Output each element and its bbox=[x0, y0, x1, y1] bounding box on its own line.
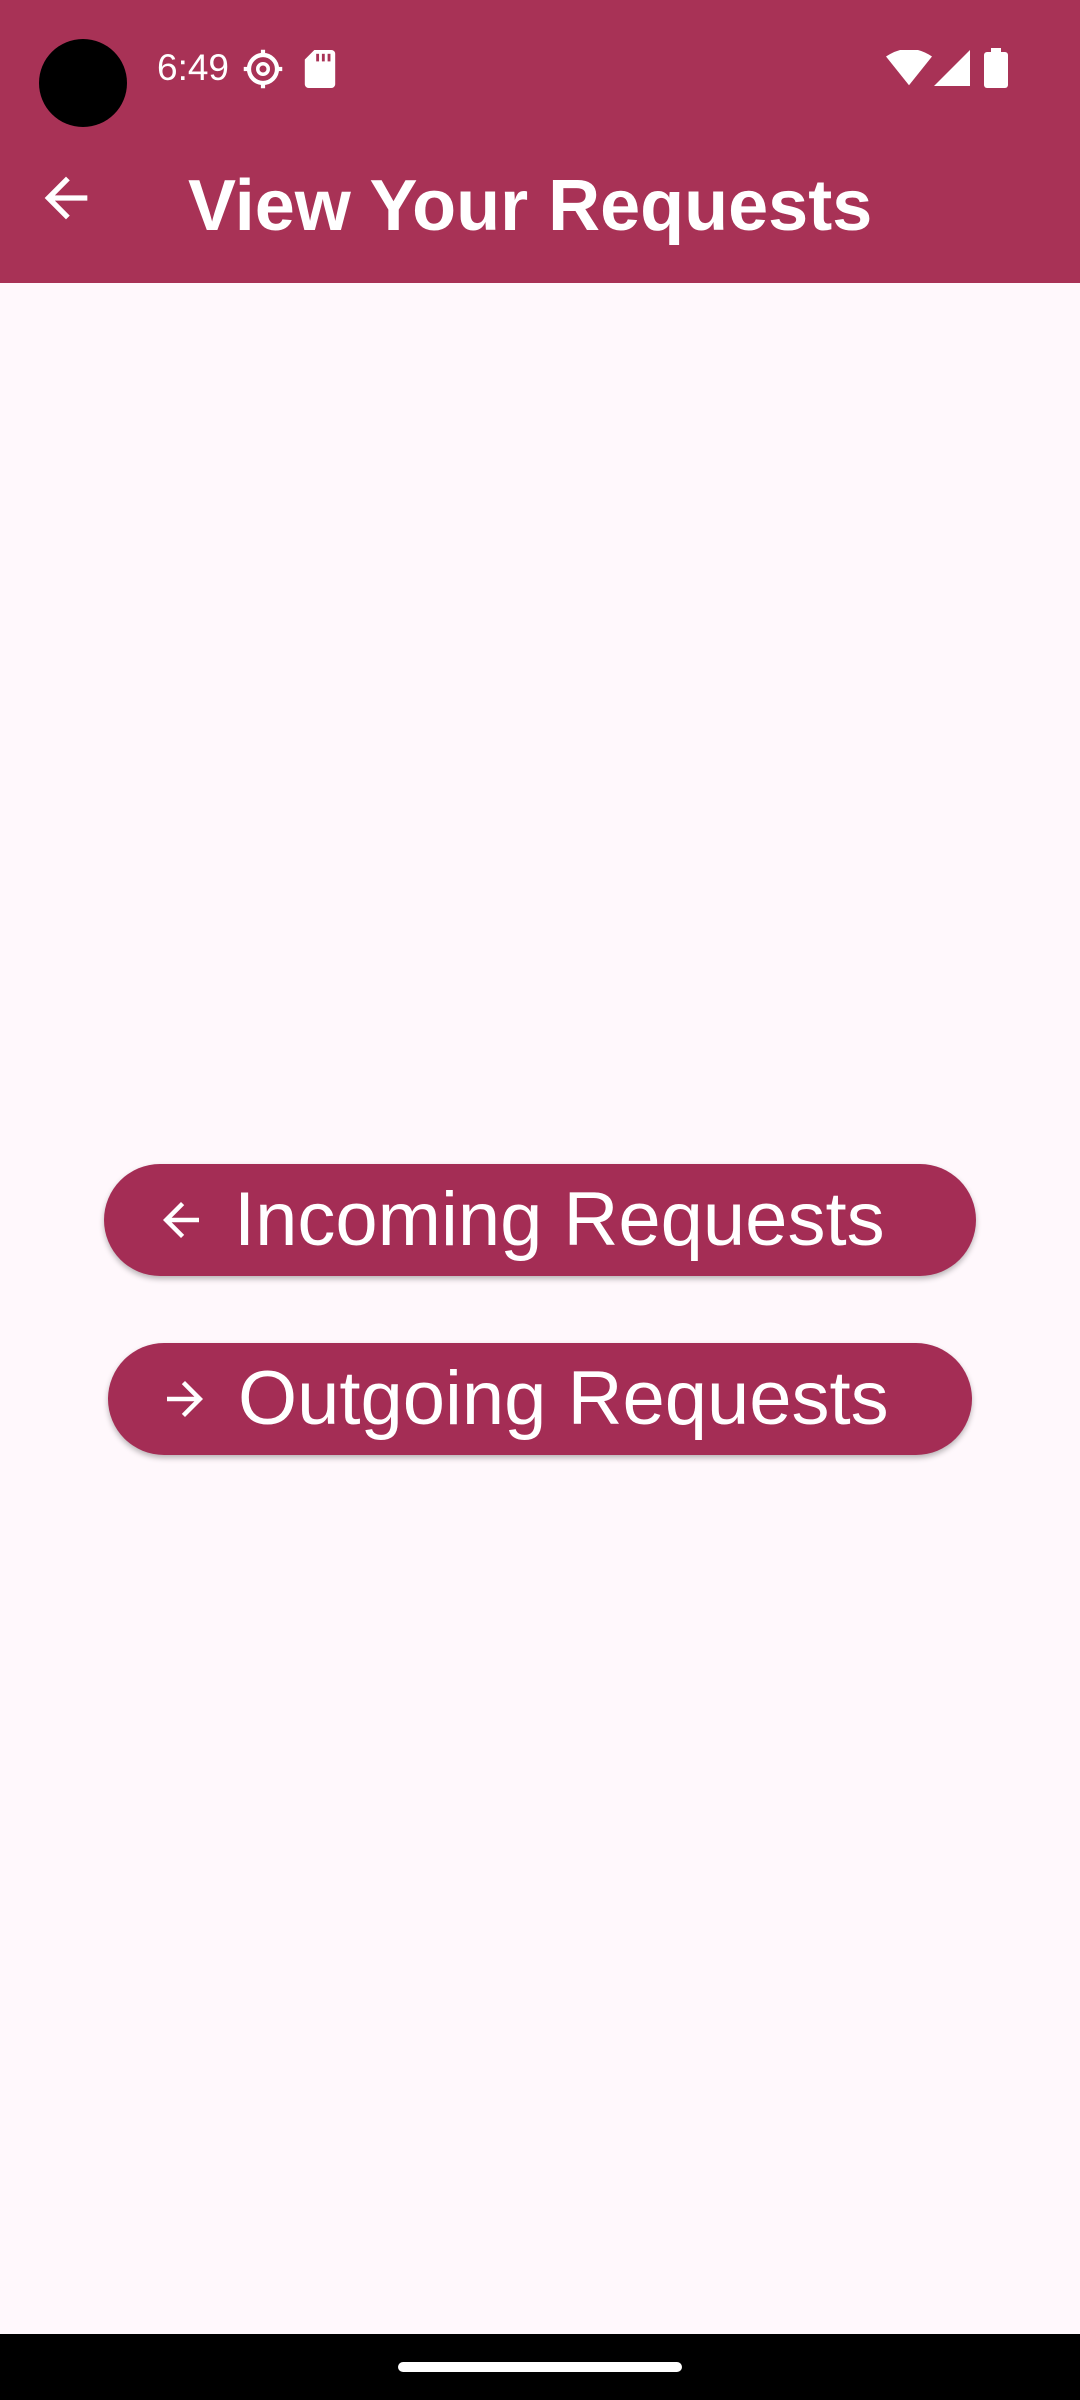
outgoing-requests-button[interactable]: Outgoing Requests bbox=[108, 1343, 972, 1455]
settings-icon bbox=[243, 49, 283, 89]
page-title: View Your Requests bbox=[188, 166, 873, 246]
arrow-left-icon bbox=[163, 1202, 199, 1238]
top-app-bar: 6:49 View Your Requests bbox=[0, 0, 1080, 283]
outgoing-requests-label: Outgoing Requests bbox=[238, 1356, 889, 1441]
back-button[interactable] bbox=[20, 152, 112, 244]
home-gesture-handle[interactable] bbox=[398, 2362, 682, 2372]
battery-icon bbox=[984, 48, 1008, 88]
arrow-right-icon bbox=[167, 1381, 203, 1417]
incoming-requests-button[interactable]: Incoming Requests bbox=[104, 1164, 976, 1276]
sd-card-icon bbox=[304, 50, 336, 88]
wifi-icon bbox=[886, 50, 932, 86]
status-time: 6:49 bbox=[157, 47, 230, 88]
camera-cutout bbox=[39, 39, 127, 127]
signal-icon bbox=[934, 50, 970, 86]
incoming-requests-label: Incoming Requests bbox=[234, 1177, 885, 1262]
arrow-back-icon bbox=[44, 176, 88, 220]
